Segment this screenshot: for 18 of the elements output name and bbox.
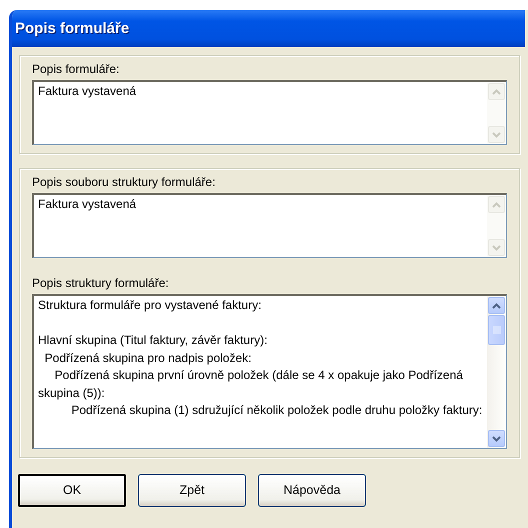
text-line: Podřízená skupina první úrovně položek (dále se 4 x opakuje jako Podřízená skupina (5)): xyxy=(38,367,464,402)
field-label: Popis formuláře: xyxy=(32,62,120,77)
text-line: Podřízená skupina pro nadpis položek: xyxy=(44,350,252,366)
text-line: Hlavní skupina (Titul faktury, závěr faktury): xyxy=(38,332,268,349)
field-label: Popis struktury formuláře: xyxy=(32,276,170,291)
dialog-button[interactable]: OK xyxy=(18,474,126,507)
grip-icon xyxy=(492,326,500,334)
text-line: Faktura vystavená xyxy=(38,83,138,100)
dialog-button[interactable]: Zpět xyxy=(138,474,246,507)
scrollbar[interactable] xyxy=(487,82,506,144)
window-title: Popis formuláře xyxy=(12,10,525,47)
field-label: Popis souboru struktury formuláře: xyxy=(32,175,216,190)
text-line: Struktura formuláře pro vystavené faktury: xyxy=(38,297,262,314)
scrollbar[interactable] xyxy=(487,296,506,448)
text-line: Faktura vystavená xyxy=(38,196,138,213)
dialog-button[interactable]: Nápověda xyxy=(258,474,366,507)
text-line: Podřízená skupina (1) sdružující několik položek podle druhu položky faktury: xyxy=(70,402,483,419)
scrollbar[interactable] xyxy=(487,195,506,257)
